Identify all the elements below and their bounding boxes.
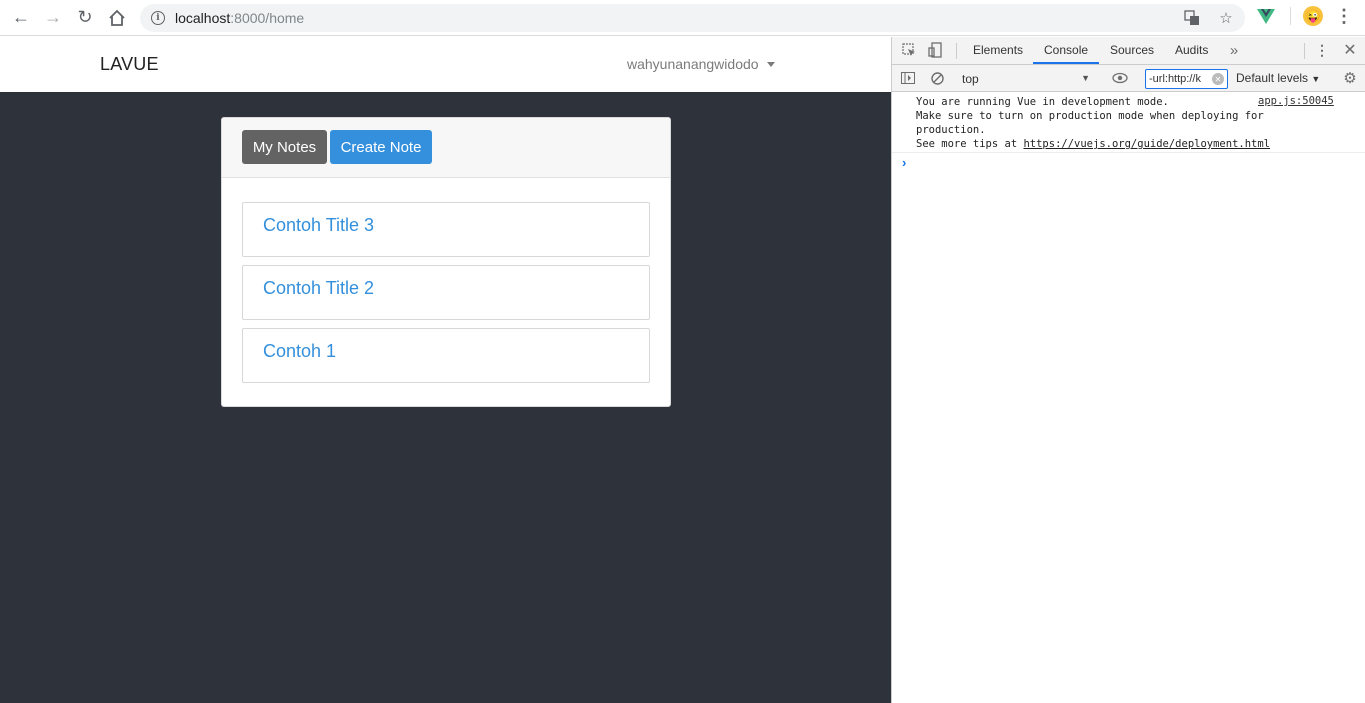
home-icon[interactable] <box>105 6 129 30</box>
source-location-link[interactable]: app.js:50045 <box>1258 95 1334 107</box>
devtools-panel: Elements Console Sources Audits » ⋮ ✕ to… <box>891 37 1365 703</box>
note-item[interactable]: Contoh Title 3 <box>242 202 650 257</box>
console-text: See more tips at <box>916 138 1024 150</box>
browser-toolbar: ← → ↻ i localhost:8000/home ☆ 😜 ⋮ <box>0 0 1365 36</box>
note-title[interactable]: Contoh 1 <box>263 341 336 362</box>
more-tabs-icon[interactable]: » <box>1226 42 1242 59</box>
create-note-button[interactable]: Create Note <box>330 130 432 164</box>
tab-sources[interactable]: Sources <box>1110 43 1154 57</box>
console-line: production. <box>916 124 986 136</box>
live-expression-eye-icon[interactable] <box>1112 70 1128 86</box>
context-value: top <box>962 71 979 86</box>
log-levels-label: Default levels <box>1236 71 1309 85</box>
page-viewport: LAVUE wahyunanangwidodo My Notes Create … <box>0 37 891 703</box>
info-icon[interactable]: i <box>151 11 165 25</box>
app-navbar: LAVUE wahyunanangwidodo <box>0 37 891 92</box>
tab-audits[interactable]: Audits <box>1175 43 1208 57</box>
note-title[interactable]: Contoh Title 2 <box>263 278 374 299</box>
deployment-link[interactable]: https://vuejs.org/guide/deployment.html <box>1023 138 1270 150</box>
device-toolbar-icon[interactable] <box>927 42 943 58</box>
tab-divider <box>956 43 957 59</box>
console-toolbar: top ▼ -url:http://k ✕ Default levels ▼ ⚙ <box>892 65 1365 92</box>
reload-icon[interactable]: ↻ <box>73 6 97 30</box>
my-notes-button[interactable]: My Notes <box>242 130 327 164</box>
dropdown-arrow-icon: ▼ <box>1081 73 1090 83</box>
translate-icon[interactable] <box>1183 9 1201 27</box>
note-title[interactable]: Contoh Title 3 <box>263 215 374 236</box>
console-line: See more tips at https://vuejs.org/guide… <box>916 137 1270 151</box>
url-path: :8000/home <box>230 10 305 26</box>
console-line: You are running Vue in development mode. <box>916 96 1169 108</box>
dropdown-arrow-icon: ▼ <box>1311 74 1321 84</box>
toolbar-separator <box>1290 7 1291 25</box>
console-settings-gear-icon[interactable]: ⚙ <box>1342 70 1358 87</box>
active-tab-indicator <box>1033 62 1099 64</box>
clear-console-icon[interactable] <box>929 70 945 86</box>
console-filter-input[interactable]: -url:http://k ✕ <box>1145 69 1228 89</box>
vue-devtools-icon[interactable] <box>1256 6 1276 26</box>
tab-console[interactable]: Console <box>1044 43 1088 57</box>
console-message: You are running Vue in development mode.… <box>916 95 1270 151</box>
tab-elements[interactable]: Elements <box>973 43 1023 57</box>
message-separator <box>892 152 1365 153</box>
devtools-tabbar: Elements Console Sources Audits » ⋮ ✕ <box>892 37 1365 65</box>
close-devtools-icon[interactable]: ✕ <box>1342 42 1358 59</box>
caret-down-icon <box>766 61 775 67</box>
context-select[interactable]: top ▼ <box>962 69 1094 88</box>
card-header: My Notes Create Note <box>222 118 670 178</box>
note-item[interactable]: Contoh 1 <box>242 328 650 383</box>
show-sidebar-icon[interactable] <box>900 70 916 86</box>
brand-logo[interactable]: LAVUE <box>100 54 159 75</box>
log-levels-dropdown[interactable]: Default levels ▼ <box>1236 71 1320 85</box>
console-prompt-icon[interactable]: › <box>902 155 906 170</box>
chrome-menu-icon[interactable]: ⋮ <box>1335 7 1353 25</box>
user-dropdown[interactable]: wahyunanangwidodo <box>627 56 775 72</box>
username-label: wahyunanangwidodo <box>627 56 759 72</box>
note-item[interactable]: Contoh Title 2 <box>242 265 650 320</box>
clear-filter-icon[interactable]: ✕ <box>1212 73 1224 85</box>
filter-value: -url:http://k <box>1149 73 1201 85</box>
bookmark-star-icon[interactable]: ☆ <box>1217 9 1235 27</box>
url-host: localhost <box>175 10 231 26</box>
profile-avatar[interactable]: 😜 <box>1303 6 1323 26</box>
devtools-menu-icon[interactable]: ⋮ <box>1314 42 1330 58</box>
console-line: Make sure to turn on production mode whe… <box>916 110 1264 122</box>
back-arrow-icon[interactable]: ← <box>9 6 33 30</box>
inspect-element-icon[interactable] <box>901 42 917 58</box>
notes-card: My Notes Create Note Contoh Title 3 Cont… <box>221 117 671 407</box>
tab-divider <box>1304 43 1305 59</box>
forward-arrow-icon[interactable]: → <box>41 6 65 30</box>
address-bar[interactable]: i localhost:8000/home ☆ <box>140 4 1245 32</box>
